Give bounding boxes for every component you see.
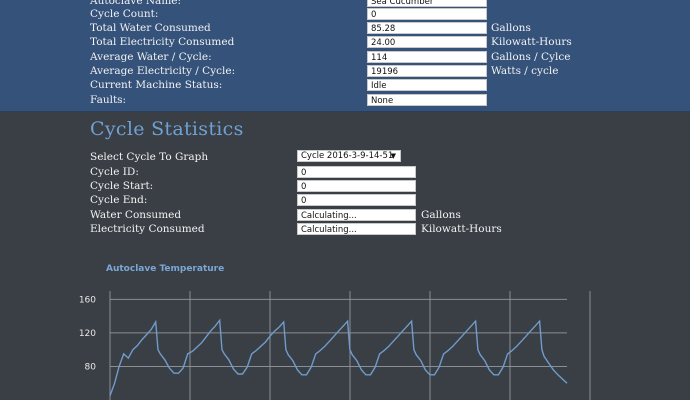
y-tick-label: 80 <box>85 362 97 372</box>
temperature-series-line <box>109 318 568 397</box>
cycle-select[interactable]: Cycle 2016-3-9-14-51 ▼ <box>297 150 401 162</box>
cycle-row-field[interactable]: Calculating... <box>297 223 416 235</box>
machine-row-unit: Gallons <box>491 22 531 34</box>
cycle-row-field[interactable]: 0 <box>297 166 416 178</box>
section-title: Cycle Statistics <box>90 118 244 140</box>
machine-row-field[interactable]: Sea Cucumber <box>367 0 487 7</box>
cycle-select-value: Cycle 2016-3-9-14-51 <box>301 151 394 161</box>
machine-row-unit: Watts / cycle <box>491 65 559 77</box>
machine-row-unit: Kilowatt-Hours <box>491 36 572 48</box>
cycle-row-label: Cycle End: <box>90 194 148 206</box>
cycle-row-field[interactable]: 0 <box>297 194 416 206</box>
machine-row-field[interactable]: 24.00 <box>367 36 487 48</box>
machine-row-label: Total Water Consumed <box>90 22 211 34</box>
machine-row-field[interactable]: 0 <box>367 8 487 20</box>
cycle-row-field[interactable]: Calculating... <box>297 209 416 221</box>
cycle-row-unit: Kilowatt-Hours <box>421 223 502 235</box>
machine-row-label: Total Electricity Consumed <box>90 36 235 48</box>
cycle-row-label: Water Consumed <box>90 209 182 221</box>
machine-row-label: Cycle Count: <box>90 8 159 20</box>
machine-row-field[interactable]: None <box>367 94 487 106</box>
machine-row-unit: Gallons / Cylce <box>491 51 571 63</box>
machine-row-label: Faults: <box>90 94 127 106</box>
machine-row-field[interactable]: 19196 <box>367 65 487 77</box>
machine-row-label: Average Electricity / Cycle: <box>90 65 236 77</box>
machine-row-label: Average Water / Cycle: <box>90 51 212 63</box>
cycle-row-unit: Gallons <box>421 209 461 221</box>
select-cycle-label: Select Cycle To Graph <box>90 151 209 163</box>
cycle-row-label: Electricity Consumed <box>90 223 205 235</box>
machine-row-field[interactable]: 114 <box>367 51 487 63</box>
dropdown-arrow-icon: ▼ <box>390 152 396 160</box>
cycle-row-label: Cycle Start: <box>90 180 154 192</box>
y-tick-label: 120 <box>79 329 96 339</box>
cycle-row-field[interactable]: 0 <box>297 180 416 192</box>
machine-row-label: Current Machine Status: <box>90 79 223 91</box>
machine-row-field[interactable]: Idle <box>367 79 487 91</box>
cycle-row-label: Cycle ID: <box>90 166 139 178</box>
y-tick-label: 160 <box>79 295 96 305</box>
machine-row-field[interactable]: 85.28 <box>367 22 487 34</box>
temperature-chart: 160 120 80 <box>79 291 591 400</box>
